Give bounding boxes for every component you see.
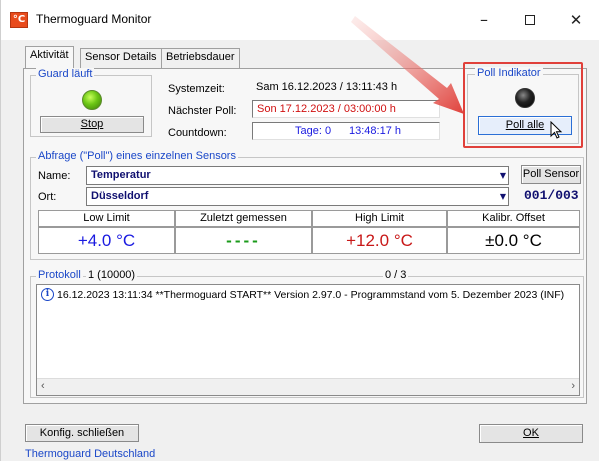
countdown-time: 13:48:17 h xyxy=(349,125,401,137)
guard-group-label: Guard läuft xyxy=(36,68,95,80)
ok-button[interactable]: OK xyxy=(479,424,583,443)
name-label: Name: xyxy=(38,170,71,182)
konfig-schliessen-button[interactable]: Konfig. schließen xyxy=(25,424,139,442)
sensor-name-value: Temperatur xyxy=(91,169,151,181)
ort-label: Ort: xyxy=(38,191,57,203)
close-button[interactable]: ✕ xyxy=(553,8,599,32)
tab-sensor-details[interactable]: Sensor Details xyxy=(80,48,162,68)
company-label: Thermoguard Deutschland xyxy=(25,448,156,460)
kalibr-offset-value: ±0.0 °C xyxy=(447,227,580,254)
tab-aktivitaet[interactable]: Aktivität xyxy=(25,46,74,69)
stop-button[interactable]: Stop xyxy=(40,116,144,133)
scroll-right-icon[interactable]: › xyxy=(571,380,575,392)
protokoll-list[interactable]: i 16.12.2023 13:11:34 **Thermoguard STAR… xyxy=(36,284,580,396)
systemzeit-label: Systemzeit: xyxy=(168,83,225,95)
kalibr-offset-header: Kalibr. Offset xyxy=(447,210,580,227)
protokoll-entry[interactable]: 16.12.2023 13:11:34 **Thermoguard START*… xyxy=(57,289,577,301)
info-icon: i xyxy=(41,288,54,301)
protokoll-count: 1 (10000) xyxy=(86,269,138,281)
sensor-ort-select[interactable]: Düsseldorf ▼ xyxy=(86,187,509,206)
poll-sensor-button[interactable]: Poll Sensor xyxy=(521,165,581,184)
high-limit-value: +12.0 °C xyxy=(312,227,447,254)
stop-button-label: Stop xyxy=(80,118,104,130)
abfrage-group-label: Abfrage ("Poll") eines einzelnen Sensors xyxy=(36,150,238,162)
window-title: Thermoguard Monitor xyxy=(36,12,152,26)
high-limit-header: High Limit xyxy=(312,210,447,227)
chevron-down-icon: ▼ xyxy=(499,171,506,180)
title-bar[interactable]: °C Thermoguard Monitor – ✕ xyxy=(1,0,599,40)
protokoll-label: Protokoll xyxy=(36,269,83,281)
sensor-ort-value: Düsseldorf xyxy=(91,190,149,202)
naechster-poll-label: Nächster Poll: xyxy=(168,105,237,117)
protokoll-scrollbar[interactable]: ‹ › xyxy=(37,378,579,395)
chevron-down-icon: ▼ xyxy=(499,192,506,201)
countdown-days: Tage: 0 xyxy=(295,125,332,137)
annotation-arrow-icon xyxy=(351,16,464,114)
maximize-button[interactable] xyxy=(507,8,553,32)
main-window: °C Thermoguard Monitor – ✕ Aktivität Sen… xyxy=(0,0,599,461)
sensor-name-select[interactable]: Temperatur ▼ xyxy=(86,166,509,185)
low-limit-header: Low Limit xyxy=(38,210,175,227)
konfig-schliessen-label: Konfig. schließen xyxy=(39,427,125,439)
countdown-value: Tage: 0 13:48:17 h xyxy=(252,122,440,140)
tab-betriebsdauer[interactable]: Betriebsdauer xyxy=(161,48,240,68)
countdown-label: Countdown: xyxy=(168,127,227,139)
guard-status-lamp-icon xyxy=(82,90,102,110)
highlight-frame xyxy=(463,62,583,148)
scroll-left-icon[interactable]: ‹ xyxy=(41,380,45,392)
protokoll-position: 0 / 3 xyxy=(383,269,409,281)
low-limit-value: +4.0 °C xyxy=(38,227,175,254)
thermometer-app-icon: °C xyxy=(10,12,28,28)
sensor-counter: 001/003 xyxy=(524,188,579,203)
zuletzt-gemessen-value: ---- xyxy=(175,227,312,254)
ok-label: OK xyxy=(523,427,539,439)
zuletzt-gemessen-header: Zuletzt gemessen xyxy=(175,210,312,227)
maximize-icon xyxy=(525,15,535,25)
